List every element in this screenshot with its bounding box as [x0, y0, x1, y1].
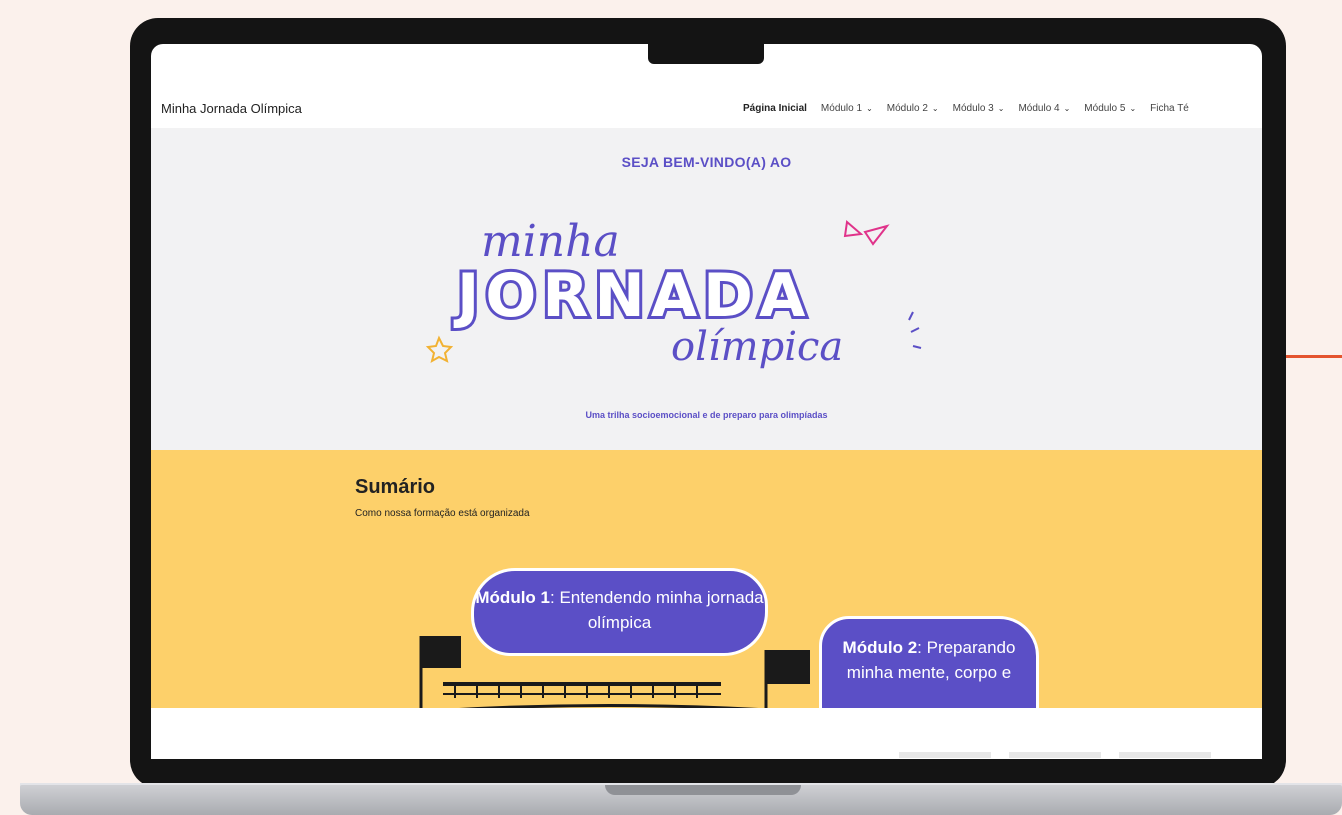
- nav-label: Página Inicial: [743, 103, 807, 114]
- decorative-accent-line: [1285, 355, 1342, 358]
- taskbar-placeholder: [899, 752, 991, 758]
- minha-jornada-olimpica-logo: minha JORNADA olímpica: [425, 216, 922, 370]
- nav-label: Módulo 3: [952, 103, 994, 114]
- site-header: Minha Jornada Olímpica Página Inicial Mó…: [151, 94, 1262, 124]
- logo-bottom-word: olímpica: [671, 324, 843, 370]
- laptop-screen: Minha Jornada Olímpica Página Inicial Mó…: [151, 44, 1262, 759]
- logo-main-word: JORNADA: [453, 261, 811, 331]
- module-2-label: Módulo 2: [842, 638, 918, 657]
- laptop-base-groove: [605, 785, 801, 795]
- chevron-down-icon: ⌄: [997, 104, 1005, 113]
- module-1-label: Módulo 1: [475, 588, 550, 607]
- module-2-card[interactable]: Módulo 2: Preparando minha mente, corpo …: [819, 616, 1039, 708]
- main-nav: Página Inicial Módulo 1 ⌄ Módulo 2 ⌄ Módul…: [743, 103, 1189, 114]
- chevron-down-icon: ⌄: [1063, 104, 1071, 113]
- nav-item-modulo-3[interactable]: Módulo 3 ⌄: [953, 103, 1005, 114]
- nav-item-home[interactable]: Página Inicial: [743, 103, 807, 114]
- chevron-down-icon: ⌄: [866, 104, 873, 113]
- nav-item-modulo-1[interactable]: Módulo 1 ⌄: [821, 103, 873, 114]
- nav-label: Módulo 2: [886, 103, 928, 114]
- summary-subtitle: Como nossa formação está organizada: [355, 508, 530, 519]
- taskbar-placeholder: [1009, 752, 1101, 758]
- paper-plane-icon: [843, 220, 890, 246]
- module-1-text: : Entendendo minha jornada olímpica: [550, 588, 764, 632]
- site-title-link[interactable]: Minha Jornada Olímpica: [161, 101, 302, 116]
- chevron-down-icon: ⌄: [1129, 104, 1137, 113]
- nav-item-modulo-4[interactable]: Módulo 4 ⌄: [1018, 103, 1070, 114]
- module-1-card[interactable]: Módulo 1: Entendendo minha jornada olímp…: [471, 568, 768, 656]
- nav-label: Ficha Té: [1150, 103, 1189, 114]
- nav-item-modulo-5[interactable]: Módulo 5 ⌄: [1084, 103, 1136, 114]
- nav-item-ficha-tecnica[interactable]: Ficha Té: [1150, 103, 1189, 114]
- nav-label: Módulo 5: [1084, 103, 1126, 114]
- logo-top-word: minha: [481, 216, 620, 267]
- nav-label: Módulo 1: [820, 103, 863, 114]
- sparkle-icon: [908, 311, 922, 349]
- hero-tagline: Uma trilha socioemocional e de preparo p…: [585, 410, 828, 420]
- hero-section: SEJA BEM-VINDO(A) AO minha JORNADA olímp…: [151, 128, 1262, 450]
- taskbar-placeholder: [1119, 752, 1211, 758]
- chevron-down-icon: ⌄: [931, 104, 939, 113]
- welcome-heading: SEJA BEM-VINDO(A) AO: [621, 154, 792, 170]
- nav-label: Módulo 4: [1018, 103, 1060, 114]
- summary-section: Sumário Como nossa formação está organiz…: [151, 450, 1262, 708]
- summary-title: Sumário: [355, 476, 436, 498]
- laptop-notch: [648, 44, 764, 64]
- nav-item-modulo-2[interactable]: Módulo 2 ⌄: [887, 103, 939, 114]
- star-icon: [425, 335, 454, 364]
